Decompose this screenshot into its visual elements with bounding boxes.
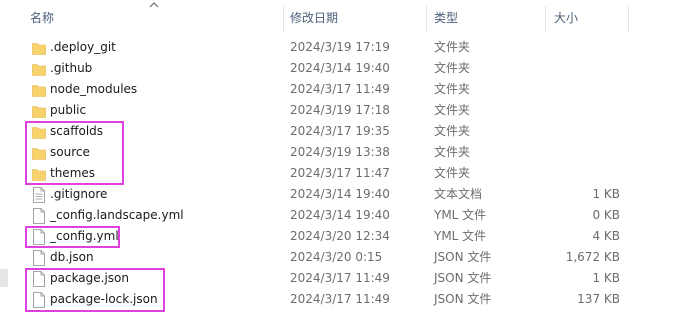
column-divider[interactable] xyxy=(283,6,284,32)
column-header-bar: 名称 修改日期 类型 大小 xyxy=(0,0,680,36)
column-divider[interactable] xyxy=(628,6,629,32)
file-size: 1 KB xyxy=(592,271,620,285)
file-name: _config.yml xyxy=(50,229,119,243)
file-modified: 2024/3/17 11:49 xyxy=(290,271,390,285)
file-type: YML 文件 xyxy=(434,208,487,222)
file-name: .deploy_git xyxy=(50,40,116,54)
file-size: 1 KB xyxy=(592,187,620,201)
folder-icon xyxy=(32,124,46,140)
file-name: source xyxy=(50,145,90,159)
file-modified: 2024/3/14 19:40 xyxy=(290,208,390,222)
file-row[interactable]: scaffolds 2024/3/17 19:35 文件夹 xyxy=(0,121,680,142)
file-type: 文本文档 xyxy=(434,187,483,201)
file-row[interactable]: source 2024/3/19 13:38 文件夹 xyxy=(0,142,680,163)
file-icon xyxy=(32,229,46,245)
column-header-size[interactable]: 大小 xyxy=(554,0,578,36)
file-modified: 2024/3/17 11:49 xyxy=(290,82,390,96)
file-name: node_modules xyxy=(50,82,138,96)
file-row[interactable]: _config.yml 2024/3/20 12:34 YML 文件 4 KB xyxy=(0,226,680,247)
file-icon xyxy=(32,250,46,266)
file-name: package-lock.json xyxy=(50,292,158,306)
file-name: .github xyxy=(50,61,93,75)
file-modified: 2024/3/19 17:19 xyxy=(290,40,390,54)
file-row[interactable]: node_modules 2024/3/17 11:49 文件夹 xyxy=(0,79,680,100)
file-row[interactable]: themes 2024/3/17 11:47 文件夹 xyxy=(0,163,680,184)
column-divider[interactable] xyxy=(545,6,546,32)
file-type: 文件夹 xyxy=(434,61,471,75)
file-modified: 2024/3/17 11:47 xyxy=(290,166,390,180)
folder-icon xyxy=(32,145,46,161)
file-row[interactable]: package.json 2024/3/17 11:49 JSON 文件 1 KB xyxy=(0,268,680,289)
file-size: 0 KB xyxy=(592,208,620,222)
file-size: 1,672 KB xyxy=(565,250,620,264)
file-name: db.json xyxy=(50,250,94,264)
file-row[interactable]: public 2024/3/19 17:18 文件夹 xyxy=(0,100,680,121)
file-row[interactable]: db.json 2024/3/20 0:15 JSON 文件 1,672 KB xyxy=(0,247,680,268)
file-type: YML 文件 xyxy=(434,229,487,243)
file-name: scaffolds xyxy=(50,124,104,138)
file-type: JSON 文件 xyxy=(434,292,492,306)
file-type: JSON 文件 xyxy=(434,271,492,285)
column-divider[interactable] xyxy=(426,6,427,32)
file-row[interactable]: package-lock.json 2024/3/17 11:49 JSON 文件 1… xyxy=(0,289,680,310)
file-icon xyxy=(32,271,46,287)
column-header-name[interactable]: 名称 xyxy=(30,0,54,36)
file-icon xyxy=(32,208,46,224)
file-name: package.json xyxy=(50,271,130,285)
column-header-modified[interactable]: 修改日期 xyxy=(290,0,338,36)
folder-icon xyxy=(32,61,46,77)
file-modified: 2024/3/14 19:40 xyxy=(290,61,390,75)
file-row[interactable]: .deploy_git 2024/3/19 17:19 文件夹 xyxy=(0,37,680,58)
file-icon xyxy=(32,292,46,308)
file-modified: 2024/3/14 19:40 xyxy=(290,187,390,201)
file-type: 文件夹 xyxy=(434,82,471,96)
file-modified: 2024/3/17 11:49 xyxy=(290,292,390,306)
file-modified: 2024/3/19 17:18 xyxy=(290,103,390,117)
file-row[interactable]: .gitignore 2024/3/14 19:40 文本文档 1 KB xyxy=(0,184,680,205)
row-edge-marker xyxy=(0,269,8,287)
file-name: .gitignore xyxy=(50,187,108,201)
file-name: public xyxy=(50,103,87,117)
folder-icon xyxy=(32,103,46,119)
file-modified: 2024/3/17 19:35 xyxy=(290,124,390,138)
file-type: 文件夹 xyxy=(434,103,471,117)
sort-ascending-icon xyxy=(149,2,159,8)
file-type: 文件夹 xyxy=(434,145,471,159)
file-type: JSON 文件 xyxy=(434,250,492,264)
file-row[interactable]: _config.landscape.yml 2024/3/14 19:40 YML … xyxy=(0,205,680,226)
file-name: _config.landscape.yml xyxy=(50,208,184,222)
file-modified: 2024/3/20 12:34 xyxy=(290,229,390,243)
file-modified: 2024/3/20 0:15 xyxy=(290,250,383,264)
file-size: 137 KB xyxy=(577,292,620,306)
file-type: 文件夹 xyxy=(434,124,471,138)
file-modified: 2024/3/19 13:38 xyxy=(290,145,390,159)
text-file-icon xyxy=(32,187,46,203)
folder-icon xyxy=(32,166,46,182)
file-size: 4 KB xyxy=(592,229,620,243)
file-row[interactable]: .github 2024/3/14 19:40 文件夹 xyxy=(0,58,680,79)
folder-icon xyxy=(32,82,46,98)
file-type: 文件夹 xyxy=(434,40,471,54)
column-header-type[interactable]: 类型 xyxy=(434,0,458,36)
file-type: 文件夹 xyxy=(434,166,471,180)
folder-icon xyxy=(32,40,46,56)
file-name: themes xyxy=(50,166,96,180)
